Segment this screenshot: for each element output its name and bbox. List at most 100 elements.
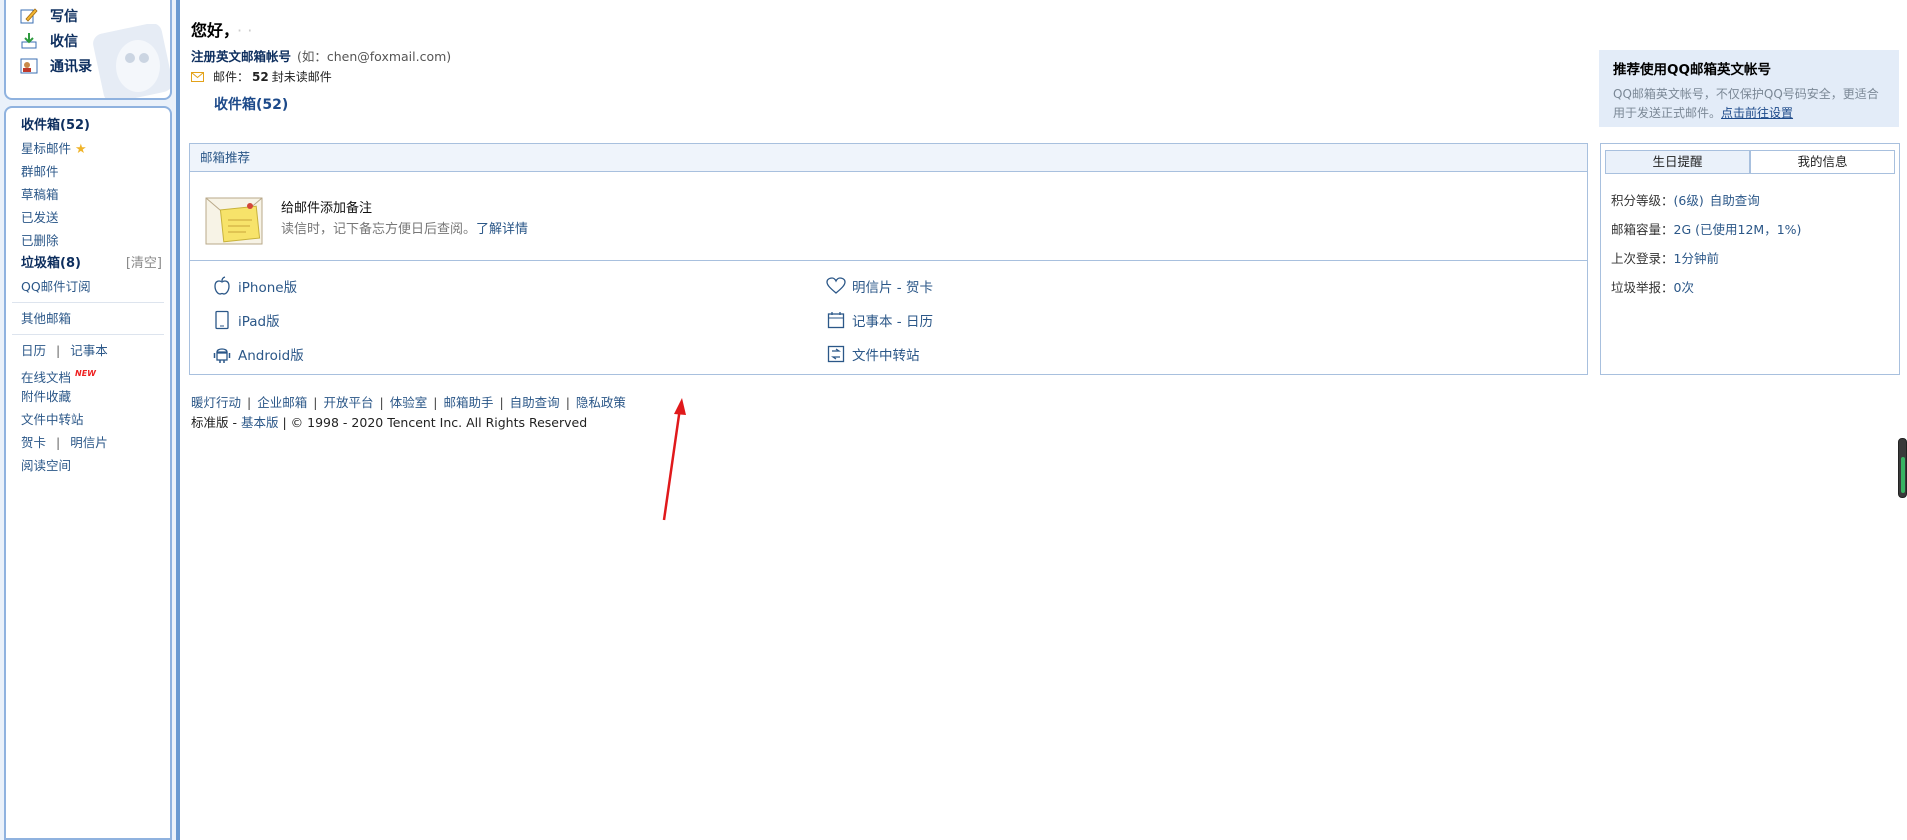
- unread-suffix: 封未读邮件: [271, 70, 332, 84]
- contacts-button[interactable]: 通讯录: [20, 56, 92, 76]
- postcard-greeting-label: 明信片 - 贺卡: [852, 280, 933, 296]
- mail-label: 邮件：: [213, 70, 250, 84]
- online-docs-label: 在线文档: [21, 370, 72, 385]
- folder-sent[interactable]: 已发送: [6, 206, 170, 229]
- file-transfer-station-label: 文件中转站: [852, 348, 920, 364]
- footer-link-warm-light[interactable]: 暖灯行动: [191, 395, 241, 410]
- unread-summary: 邮件： 52 封未读邮件: [191, 68, 332, 85]
- tabs-baseline: [1605, 173, 1895, 174]
- calendar-notes-row: 日历 | 记事本: [6, 339, 170, 362]
- spam-report-value: 0次: [1673, 280, 1694, 295]
- ipad-icon: [212, 310, 232, 330]
- compose-button[interactable]: 写信: [20, 6, 78, 26]
- inbox-link[interactable]: 收件箱(52): [214, 94, 288, 114]
- folder-starred[interactable]: 星标邮件 ★: [6, 137, 170, 160]
- ipad-label: iPad版: [238, 314, 280, 330]
- last-login-value: 1分钟前: [1673, 251, 1719, 266]
- footer-link-assistant[interactable]: 邮箱助手: [443, 395, 493, 410]
- qq-penguin-watermark-icon: [93, 24, 170, 98]
- folder-group[interactable]: 群邮件: [6, 160, 170, 183]
- footer-link-enterprise[interactable]: 企业邮箱: [257, 395, 307, 410]
- feature-desc-text: 读信时，记下备忘方便日后查阅。: [281, 222, 477, 237]
- file-transfer-station-link[interactable]: 文件中转站: [826, 344, 920, 364]
- greeting-text: 您好，: [191, 21, 232, 40]
- online-docs-link[interactable]: 在线文档 NEW: [6, 362, 170, 385]
- level-label: 积分等级：: [1611, 193, 1674, 208]
- android-link[interactable]: Android版: [212, 344, 304, 364]
- recommend-feature: 给邮件添加备注 读信时，记下备忘方便日后查阅。了解详情: [204, 192, 1564, 248]
- folder-spam-row: 垃圾箱(8) [清空]: [6, 252, 170, 275]
- folder-spam[interactable]: 垃圾箱(8): [21, 256, 81, 271]
- receive-button[interactable]: 收信: [20, 31, 78, 51]
- user-name: · ·: [237, 21, 253, 40]
- info-tabs: 生日提醒 我的信息: [1605, 150, 1895, 174]
- postcard-link[interactable]: 明信片: [70, 435, 108, 450]
- spam-report-label: 垃圾举报：: [1611, 280, 1674, 295]
- iphone-link[interactable]: iPhone版: [212, 276, 297, 296]
- footer-links: 暖灯行动 | 企业邮箱 | 开放平台 | 体验室 | 邮箱助手 | 自助查询 | 隐私政策: [191, 392, 626, 411]
- footer-link-lab[interactable]: 体验室: [390, 395, 428, 410]
- pipe-separator: |: [379, 395, 384, 410]
- compose-label: 写信: [50, 9, 78, 25]
- divider: [12, 334, 164, 335]
- notes-link[interactable]: 记事本: [70, 343, 108, 358]
- register-row: 注册英文邮箱帐号 (如：chen@foxmail.com): [191, 46, 451, 65]
- file-transfer-link[interactable]: 文件中转站: [6, 408, 170, 431]
- register-english-account-link[interactable]: 注册英文邮箱帐号: [191, 49, 291, 64]
- pipe-separator: |: [433, 395, 438, 410]
- promo-desc: QQ邮箱英文帐号，不仅保护QQ号码安全，更适合用于发送正式邮件。点击前往设置: [1613, 85, 1885, 123]
- copyright-text: © 1998 - 2020 Tencent Inc. All Rights Re…: [290, 415, 588, 430]
- folder-other-mailbox[interactable]: 其他邮箱: [6, 307, 170, 330]
- capacity-value: 2G (已使用12M，1%): [1673, 222, 1802, 237]
- tab-my-info[interactable]: 我的信息: [1750, 150, 1895, 174]
- last-login-row: 上次登录：1分钟前: [1611, 248, 1719, 267]
- folder-inbox[interactable]: 收件箱(52): [6, 114, 170, 137]
- calendar-icon: [826, 310, 846, 330]
- info-panel: 生日提醒 我的信息 积分等级：(6级) 自助查询 邮箱容量：2G (已使用12M，…: [1600, 143, 1900, 375]
- card-postcard-row: 贺卡 | 明信片: [6, 431, 170, 454]
- android-label: Android版: [238, 348, 304, 364]
- folder-deleted[interactable]: 已删除: [6, 229, 170, 252]
- new-badge: NEW: [75, 369, 96, 378]
- level-row: 积分等级：(6级) 自助查询: [1611, 190, 1760, 209]
- basic-version-link[interactable]: 基本版: [241, 415, 279, 430]
- receive-icon: [20, 32, 38, 50]
- left-sidebar: 写信 收信 通讯录 收件箱(52) 星标邮件 ★ 群邮件 草稿箱 已发送 已删除…: [0, 0, 176, 840]
- divider: [12, 302, 164, 303]
- scrollbar-thumb[interactable]: [1898, 438, 1907, 498]
- notes-calendar-link[interactable]: 记事本 - 日历: [826, 310, 933, 330]
- folder-subscription[interactable]: QQ邮件订阅: [6, 275, 170, 298]
- footer-link-self-query[interactable]: 自助查询: [510, 395, 560, 410]
- main-content: 您好， · · 注册英文邮箱帐号 (如：chen@foxmail.com) 邮件：…: [180, 0, 1907, 840]
- ipad-link[interactable]: iPad版: [212, 310, 280, 330]
- contacts-icon: [20, 57, 38, 75]
- annotation-arrow-icon: [662, 398, 686, 521]
- footer-version-row: 标准版 - 基本版 | © 1998 - 2020 Tencent Inc. A…: [191, 415, 588, 430]
- spam-report-row: 垃圾举报：0次: [1611, 277, 1694, 296]
- pipe-separator: |: [565, 395, 570, 410]
- card-link[interactable]: 贺卡: [21, 435, 46, 450]
- folder-list: 收件箱(52) 星标邮件 ★ 群邮件 草稿箱 已发送 已删除 垃圾箱(8) [清…: [4, 106, 172, 840]
- footer-link-privacy[interactable]: 隐私政策: [576, 395, 626, 410]
- feature-title: 给邮件添加备注: [281, 201, 373, 216]
- folder-drafts[interactable]: 草稿箱: [6, 183, 170, 206]
- notes-calendar-label: 记事本 - 日历: [852, 314, 933, 330]
- level-query-link[interactable]: 自助查询: [1710, 193, 1760, 208]
- footer-link-open-platform[interactable]: 开放平台: [323, 395, 373, 410]
- postcard-greeting-link[interactable]: 明信片 - 贺卡: [826, 276, 933, 296]
- promo-settings-link[interactable]: 点击前往设置: [1721, 106, 1793, 120]
- star-icon: ★: [75, 142, 87, 157]
- file-transfer-icon: [826, 344, 846, 364]
- tab-birthday[interactable]: 生日提醒: [1605, 150, 1750, 174]
- calendar-link[interactable]: 日历: [21, 343, 46, 358]
- attachments-link[interactable]: 附件收藏: [6, 385, 170, 408]
- greeting: 您好， · ·: [191, 17, 252, 41]
- learn-more-link[interactable]: 了解详情: [476, 222, 528, 237]
- recommend-header: 邮箱推荐: [190, 144, 1587, 172]
- sticky-note-envelope-icon: [205, 197, 263, 245]
- spam-clear-button[interactable]: [清空]: [126, 252, 162, 275]
- pipe-separator: |: [499, 395, 504, 410]
- reading-space-link[interactable]: 阅读空间: [6, 454, 170, 477]
- feature-desc: 读信时，记下备忘方便日后查阅。了解详情: [281, 218, 528, 237]
- iphone-label: iPhone版: [238, 280, 298, 296]
